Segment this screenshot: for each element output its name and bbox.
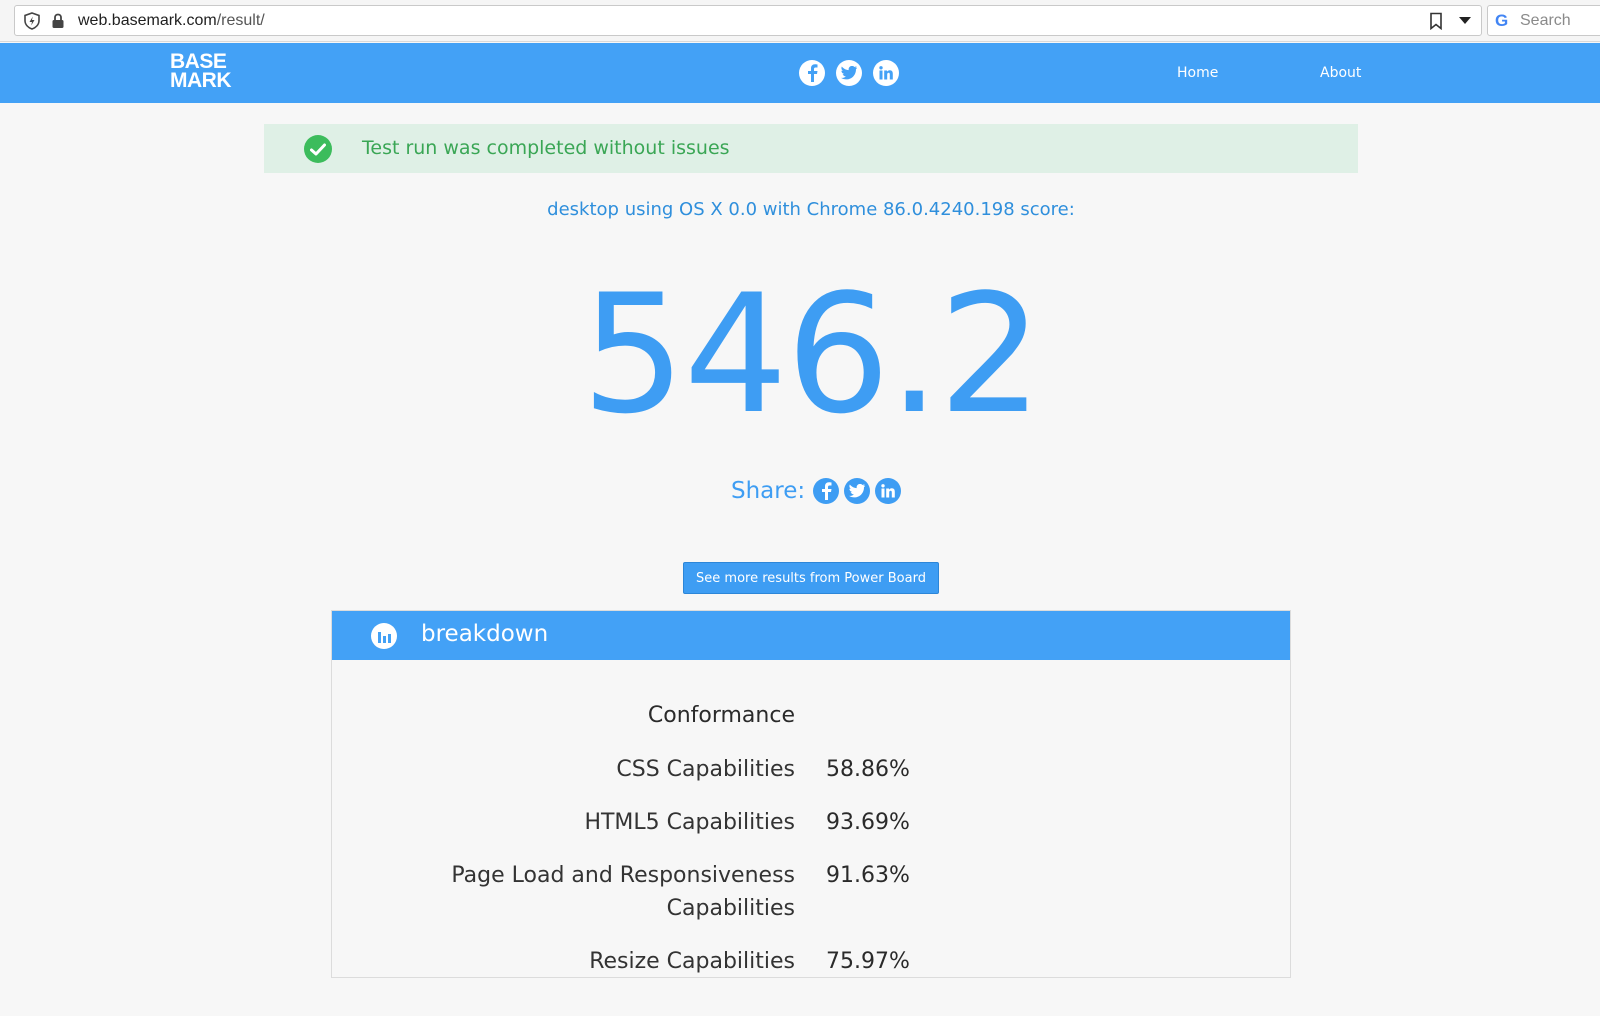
search-placeholder: Search (1520, 12, 1571, 29)
share-linkedin-icon[interactable] (875, 478, 902, 504)
power-board-button[interactable]: See more results from Power Board (683, 562, 939, 594)
lock-icon[interactable] (51, 13, 65, 29)
url-path: /result/ (216, 12, 265, 29)
share-twitter-icon[interactable] (844, 478, 871, 504)
nav-home-link[interactable]: Home (1177, 65, 1218, 81)
facebook-icon[interactable] (799, 60, 825, 86)
share-row: Share: (731, 478, 902, 504)
browser-toolbar: web.basemark.com/result/ G Search (0, 0, 1600, 42)
site-header: BASE MARK Home About (0, 43, 1600, 103)
nav-about-link[interactable]: About (1320, 65, 1361, 81)
metric-value: 58.86% (826, 757, 910, 782)
metric-value: 91.63% (826, 863, 910, 888)
twitter-icon[interactable] (836, 60, 862, 86)
check-circle-icon (304, 135, 332, 163)
url-host: web.basemark.com (78, 12, 217, 29)
share-label: Share: (731, 478, 806, 504)
logo-line-2: MARK (170, 69, 232, 92)
section-title: Conformance (647, 703, 795, 728)
metric-value: 75.97% (826, 949, 910, 974)
device-description: desktop using OS X 0.0 with Chrome 86.0.… (547, 199, 1075, 220)
header-social-links (799, 60, 899, 86)
share-facebook-icon[interactable] (813, 478, 840, 504)
metric-label: Resize Capabilities (589, 949, 795, 974)
tracking-shield-icon[interactable] (23, 12, 41, 30)
metric-label: CSS Capabilities (616, 757, 795, 782)
linkedin-icon[interactable] (873, 60, 899, 86)
success-banner: Test run was completed without issues (264, 124, 1358, 173)
google-icon: G (1495, 11, 1509, 30)
success-message: Test run was completed without issues (362, 137, 730, 159)
total-score: 546.2 (581, 259, 1043, 450)
metric-label: Page Load and Responsiveness Capabilitie… (451, 863, 795, 921)
basemark-logo[interactable]: BASE MARK (170, 51, 232, 92)
metric-value: 93.69% (826, 810, 910, 835)
breakdown-panel: breakdown Conformance CSS Capabilities 5… (331, 610, 1291, 978)
address-bar[interactable]: web.basemark.com/result/ (14, 5, 1482, 36)
breakdown-title: breakdown (421, 621, 549, 647)
browser-search-box[interactable]: G Search (1487, 5, 1600, 36)
chevron-down-icon[interactable] (1459, 17, 1471, 25)
bar-chart-icon (371, 623, 397, 649)
url-text[interactable]: web.basemark.com/result/ (78, 12, 265, 30)
bookmark-icon[interactable] (1429, 12, 1443, 30)
metric-label: HTML5 Capabilities (584, 810, 795, 835)
breakdown-header[interactable]: breakdown (332, 611, 1290, 660)
